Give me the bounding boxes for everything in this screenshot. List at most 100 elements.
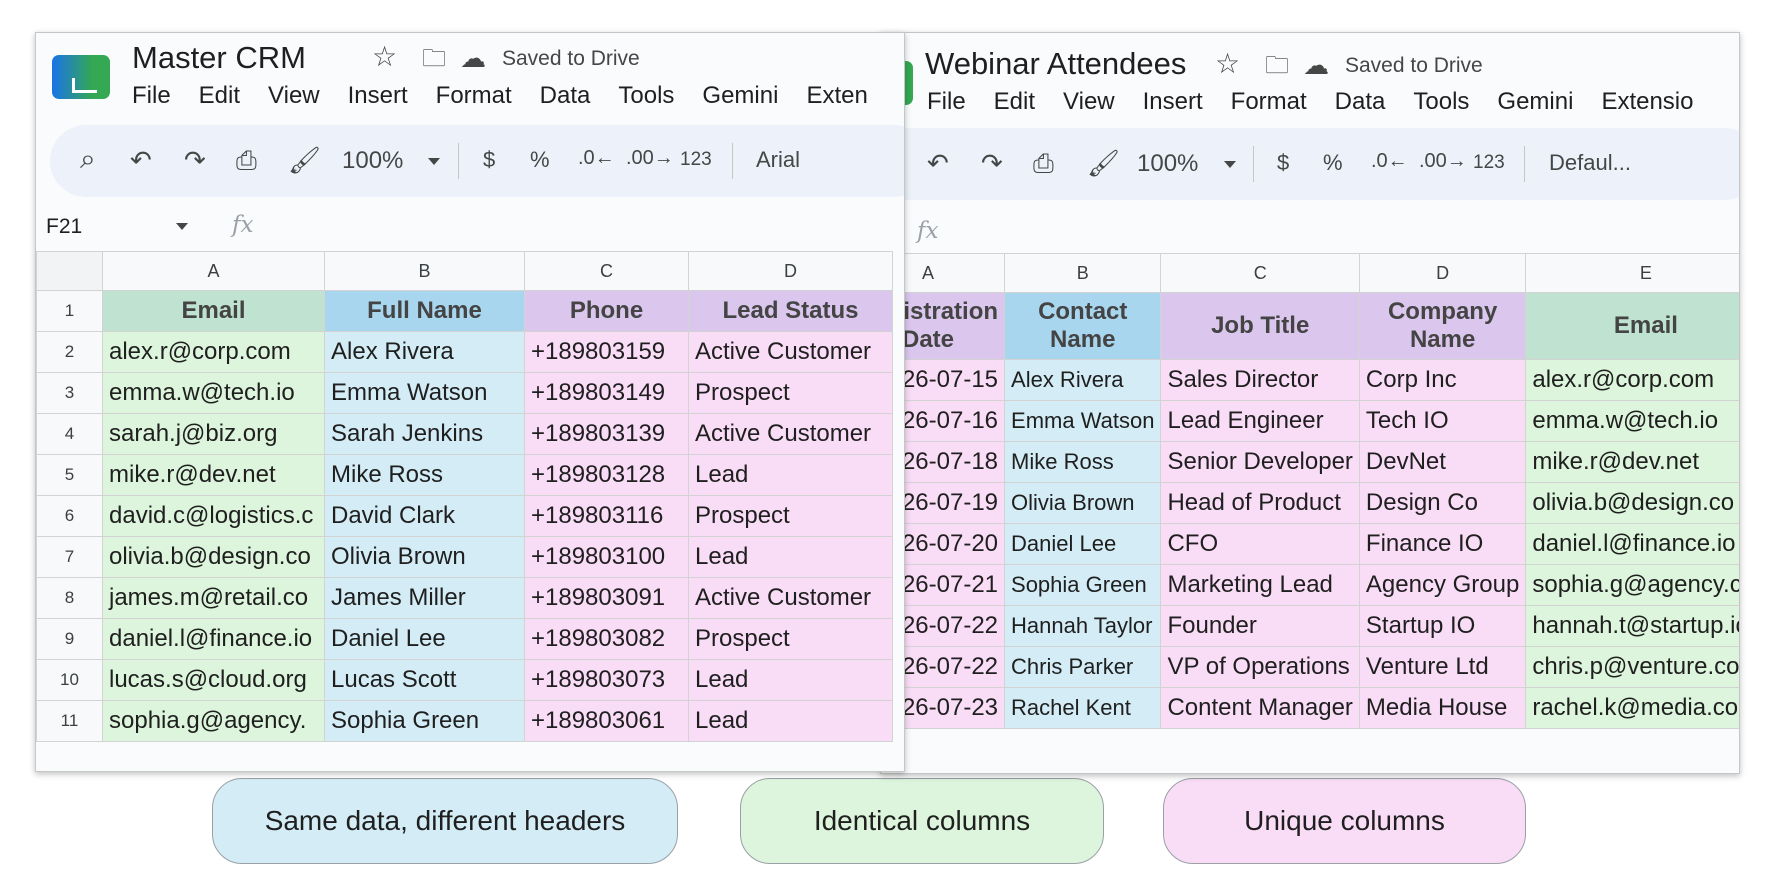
table-cell[interactable]: +189803100	[524, 536, 689, 578]
table-cell[interactable]: hannah.t@startup.io	[1525, 605, 1739, 647]
currency-format-icon[interactable]: $	[1277, 150, 1289, 176]
table-cell[interactable]: daniel.l@finance.io	[1525, 523, 1739, 565]
row-header[interactable]: 4	[36, 413, 103, 455]
row-header[interactable]: 2	[36, 331, 103, 373]
table-cell[interactable]: Content Manager	[1160, 687, 1360, 729]
increase-decimal-icon[interactable]: .00→	[1419, 150, 1467, 173]
star-icon[interactable]: ☆	[372, 43, 397, 71]
name-box-chevron-down-icon[interactable]	[176, 223, 188, 230]
table-cell[interactable]: Startup IO	[1358, 605, 1527, 647]
more-formats-icon[interactable]: 123	[1473, 152, 1505, 174]
print-icon[interactable]: ⎙	[236, 145, 257, 177]
menu-item[interactable]: Insert	[1143, 88, 1203, 116]
table-cell[interactable]: sophia.g@agency.	[102, 700, 325, 742]
header-cell[interactable]: Phone	[524, 290, 689, 332]
header-cell[interactable]: Job Title	[1160, 292, 1360, 360]
table-cell[interactable]: Chris Parker	[1004, 646, 1162, 688]
undo-icon[interactable]: ↶	[130, 145, 152, 176]
percent-format-icon[interactable]: %	[1323, 150, 1343, 176]
table-cell[interactable]: alex.r@corp.com	[1525, 359, 1739, 401]
name-box[interactable]: F21	[46, 215, 82, 239]
table-cell[interactable]: lucas.s@cloud.org	[102, 659, 325, 701]
table-cell[interactable]: Olivia Brown	[324, 536, 525, 578]
table-cell[interactable]: Senior Developer	[1160, 441, 1360, 483]
menu-item[interactable]: Gemini	[702, 82, 778, 110]
paint-format-icon[interactable]: 🖌	[1087, 148, 1120, 179]
column-header[interactable]: E	[1525, 253, 1739, 293]
menu-item[interactable]: Data	[1335, 88, 1386, 116]
table-cell[interactable]: Emma Watson	[1004, 400, 1162, 442]
table-cell[interactable]: alex.r@corp.com	[102, 331, 325, 373]
table-cell[interactable]: mike.r@dev.net	[102, 454, 325, 496]
table-cell[interactable]: olivia.b@design.co	[102, 536, 325, 578]
row-header[interactable]: 7	[36, 536, 103, 578]
table-cell[interactable]: olivia.b@design.co	[1525, 482, 1739, 524]
column-header[interactable]: D	[688, 251, 893, 291]
font-select[interactable]: Defaul...	[1549, 150, 1631, 176]
table-cell[interactable]: Lead	[688, 536, 893, 578]
table-cell[interactable]: David Clark	[324, 495, 525, 537]
header-cell[interactable]: Email	[102, 290, 325, 332]
table-cell[interactable]: +189803082	[524, 618, 689, 660]
zoom-select[interactable]: 100%	[342, 147, 403, 175]
table-cell[interactable]: VP of Operations	[1160, 646, 1360, 688]
table-cell[interactable]: Prospect	[688, 618, 893, 660]
menu-item[interactable]: Edit	[199, 82, 240, 110]
currency-format-icon[interactable]: $	[483, 147, 495, 173]
menu-item[interactable]: Exten	[806, 82, 867, 110]
table-cell[interactable]: Sophia Green	[1004, 564, 1162, 606]
redo-icon[interactable]: ↷	[184, 145, 206, 176]
column-header[interactable]: B	[1004, 253, 1162, 293]
select-all-corner[interactable]	[36, 251, 103, 291]
table-cell[interactable]: sarah.j@biz.org	[102, 413, 325, 455]
table-cell[interactable]: Design Co	[1358, 482, 1527, 524]
more-formats-icon[interactable]: 123	[680, 149, 712, 171]
table-cell[interactable]: sophia.g@agency.co	[1525, 564, 1739, 606]
table-cell[interactable]: Agency Group	[1358, 564, 1527, 606]
table-cell[interactable]: Alex Rivera	[324, 331, 525, 373]
table-cell[interactable]: Rachel Kent	[1004, 687, 1162, 729]
table-cell[interactable]: CFO	[1160, 523, 1360, 565]
table-cell[interactable]: james.m@retail.co	[102, 577, 325, 619]
table-cell[interactable]: Prospect	[688, 372, 893, 414]
table-cell[interactable]: Lucas Scott	[324, 659, 525, 701]
row-header[interactable]: 8	[36, 577, 103, 619]
table-cell[interactable]: Lead	[688, 700, 893, 742]
column-header[interactable]: A	[102, 251, 325, 291]
table-cell[interactable]: Corp Inc	[1358, 359, 1527, 401]
table-cell[interactable]: Head of Product	[1160, 482, 1360, 524]
row-header[interactable]: 5	[36, 454, 103, 496]
menu-item[interactable]: Edit	[994, 88, 1035, 116]
header-cell[interactable]: Company Name	[1358, 292, 1527, 360]
document-title[interactable]: Webinar Attendees	[925, 46, 1186, 82]
table-cell[interactable]: +189803061	[524, 700, 689, 742]
zoom-chevron-down-icon[interactable]	[428, 158, 440, 165]
table-cell[interactable]: +189803116	[524, 495, 689, 537]
menu-item[interactable]: Format	[1231, 88, 1307, 116]
menu-item[interactable]: View	[1063, 88, 1115, 116]
table-cell[interactable]: chris.p@venture.com	[1525, 646, 1739, 688]
decrease-decimal-icon[interactable]: .0←	[578, 147, 615, 170]
undo-icon[interactable]: ↶	[927, 148, 949, 179]
table-cell[interactable]: +189803128	[524, 454, 689, 496]
table-cell[interactable]: Sophia Green	[324, 700, 525, 742]
document-title[interactable]: Master CRM	[132, 40, 306, 76]
row-header[interactable]: 9	[36, 618, 103, 660]
font-select[interactable]: Arial	[756, 147, 800, 173]
zoom-chevron-down-icon[interactable]	[1224, 161, 1236, 168]
table-cell[interactable]: DevNet	[1358, 441, 1527, 483]
table-cell[interactable]: Alex Rivera	[1004, 359, 1162, 401]
move-folder-icon[interactable]: 🗀	[1265, 52, 1289, 80]
table-cell[interactable]: Emma Watson	[324, 372, 525, 414]
table-cell[interactable]: Lead	[688, 454, 893, 496]
table-cell[interactable]: emma.w@tech.io	[102, 372, 325, 414]
menu-item[interactable]: File	[927, 88, 966, 116]
table-cell[interactable]: +189803073	[524, 659, 689, 701]
table-cell[interactable]: +189803159	[524, 331, 689, 373]
row-header[interactable]: 11	[36, 700, 103, 742]
table-cell[interactable]: david.c@logistics.c	[102, 495, 325, 537]
column-header[interactable]: C	[524, 251, 689, 291]
table-cell[interactable]: Finance IO	[1358, 523, 1527, 565]
header-cell[interactable]: Full Name	[324, 290, 525, 332]
search-icon[interactable]: ⌕	[80, 143, 96, 176]
